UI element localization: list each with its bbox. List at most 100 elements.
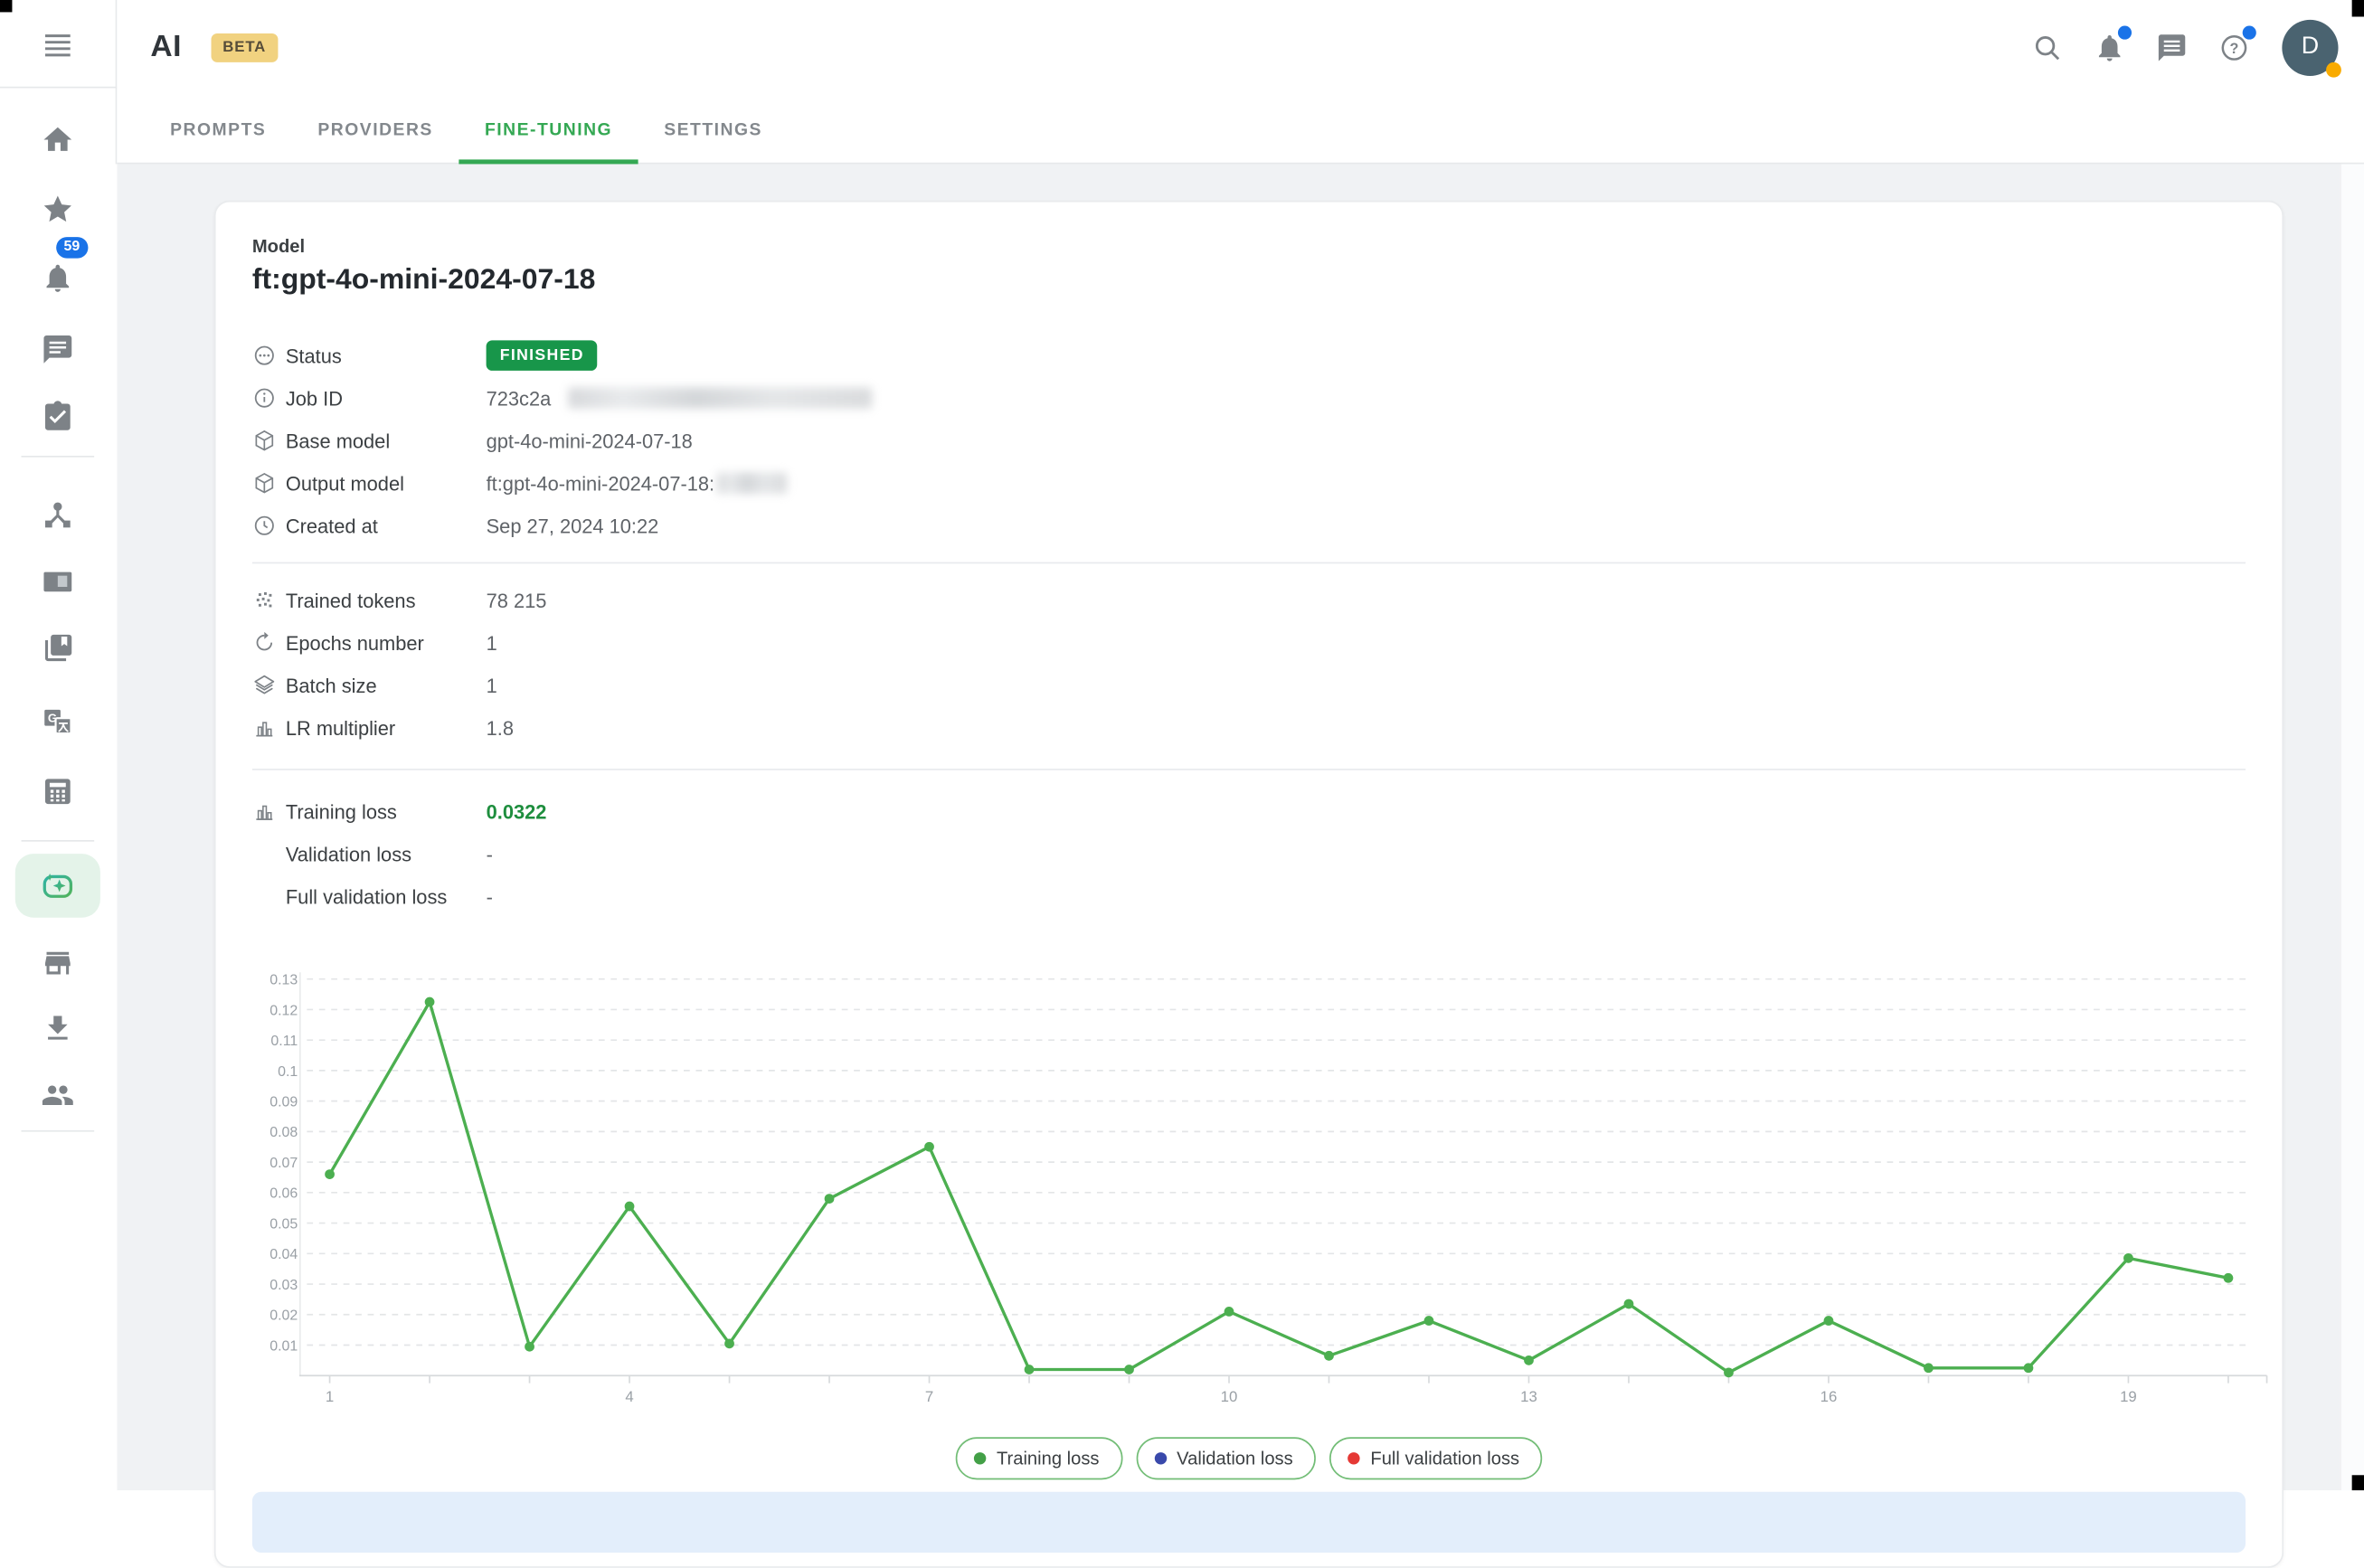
screen-artifact <box>2352 1475 2364 1490</box>
featured-card-icon <box>41 565 74 599</box>
beta-badge: BETA <box>211 33 279 61</box>
legend-dot-training <box>974 1452 986 1464</box>
storefront-icon <box>41 947 74 980</box>
sidebar-top-divider <box>0 87 117 89</box>
sidebar-item-favorites[interactable] <box>27 179 88 240</box>
people-icon <box>41 1079 74 1112</box>
sidebar-item-collections[interactable] <box>27 617 88 677</box>
search-button[interactable] <box>2027 27 2066 67</box>
avatar-status-dot <box>2326 61 2341 77</box>
svg-text:7: 7 <box>925 1388 933 1405</box>
svg-text:0.03: 0.03 <box>269 1278 298 1293</box>
help-dot <box>2243 26 2256 40</box>
legend-validation-loss[interactable]: Validation loss <box>1136 1437 1316 1479</box>
sidebar-item-downloads[interactable] <box>27 998 88 1059</box>
nav-tabs: PROMPTS PROVIDERS FINE-TUNING SETTINGS <box>145 94 789 164</box>
clock-icon <box>252 514 286 538</box>
legend-dot-full-validation <box>1347 1452 1359 1464</box>
tab-providers[interactable]: PROVIDERS <box>292 94 459 164</box>
translate-icon: G <box>41 705 74 739</box>
job-id-value: 723c2a <box>487 387 552 410</box>
status-badge: FINISHED <box>487 340 598 371</box>
status-row: Status FINISHED <box>252 335 2246 377</box>
svg-text:0.11: 0.11 <box>270 1034 298 1049</box>
section-divider <box>252 562 2246 564</box>
menu-button[interactable] <box>27 15 88 76</box>
chart-legend: Training loss Validation loss Full valid… <box>252 1437 2246 1479</box>
device-hub-icon <box>41 498 74 532</box>
tab-settings[interactable]: SETTINGS <box>638 94 789 164</box>
bell-icon <box>41 261 74 295</box>
sidebar-item-home[interactable] <box>27 109 88 170</box>
sidebar-item-panel[interactable] <box>27 552 88 612</box>
notification-dot <box>2118 26 2132 40</box>
status-label: Status <box>286 345 487 367</box>
legend-dot-validation <box>1154 1452 1166 1464</box>
tab-prompts[interactable]: PROMPTS <box>145 94 292 164</box>
svg-text:0.1: 0.1 <box>278 1064 298 1080</box>
svg-text:G: G <box>48 712 57 725</box>
feedback-button[interactable] <box>2151 27 2191 67</box>
help-button[interactable]: ? <box>2214 27 2254 67</box>
svg-text:13: 13 <box>1520 1388 1537 1405</box>
status-icon <box>252 344 286 368</box>
full-validation-loss-label: Full validation loss <box>286 885 487 908</box>
epochs-label: Epochs number <box>286 631 487 654</box>
vertical-scrollbar[interactable] <box>2340 0 2364 1490</box>
bar-chart-icon <box>252 799 286 824</box>
lr-multiplier-label: LR multiplier <box>286 716 487 739</box>
training-loss-label: Training loss <box>286 800 487 823</box>
svg-text:0.08: 0.08 <box>269 1125 298 1140</box>
star-icon <box>41 193 74 226</box>
svg-text:16: 16 <box>1820 1388 1838 1405</box>
training-loss-row: Training loss 0.0322 <box>252 790 2246 833</box>
output-model-row: Output model ft:gpt-4o-mini-2024-07-18: <box>252 462 2246 505</box>
batch-size-row: Batch size 1 <box>252 664 2246 706</box>
legend-full-validation-loss[interactable]: Full validation loss <box>1329 1437 1542 1479</box>
cube-icon <box>252 471 286 496</box>
legend-training-loss[interactable]: Training loss <box>956 1437 1122 1479</box>
lr-multiplier-value: 1.8 <box>487 716 514 739</box>
svg-text:?: ? <box>2229 40 2238 56</box>
validation-loss-label: Validation loss <box>286 843 487 865</box>
sidebar-item-notifications[interactable]: 59 <box>27 248 88 308</box>
svg-text:10: 10 <box>1221 1388 1238 1405</box>
job-id-label: Job ID <box>286 387 487 410</box>
screen-artifact <box>2352 0 2364 16</box>
svg-text:0.13: 0.13 <box>269 973 298 988</box>
home-icon <box>41 123 74 156</box>
ai-sparkle-icon <box>38 866 78 906</box>
output-model-label: Output model <box>286 472 487 495</box>
sidebar-item-team[interactable] <box>27 1065 88 1126</box>
notifications-count-badge: 59 <box>56 237 88 259</box>
epochs-row: Epochs number 1 <box>252 621 2246 664</box>
sidebar-item-workflow[interactable] <box>27 485 88 545</box>
sidebar-item-comments[interactable] <box>27 319 88 380</box>
tab-fine-tuning[interactable]: FINE-TUNING <box>459 94 638 164</box>
avatar-initial: D <box>2302 33 2319 61</box>
notifications-button[interactable] <box>2089 27 2129 67</box>
svg-text:0.02: 0.02 <box>269 1308 298 1324</box>
screen-artifact <box>0 0 12 12</box>
app-window: 59 G <box>0 0 2364 1490</box>
loss-chart-svg: 0.010.020.030.040.050.060.070.080.090.10… <box>252 965 2273 1409</box>
batch-size-label: Batch size <box>286 674 487 696</box>
collections-icon <box>41 630 74 664</box>
bar-chart-icon <box>252 715 286 740</box>
sidebar-item-ai-finetune-active[interactable] <box>15 854 100 918</box>
batch-size-value: 1 <box>487 674 497 696</box>
avatar[interactable]: D <box>2282 19 2338 75</box>
sidebar-item-store[interactable] <box>27 933 88 994</box>
sidebar-group-divider <box>22 1130 95 1132</box>
output-model-value: ft:gpt-4o-mini-2024-07-18: <box>487 472 715 495</box>
full-validation-loss-row: Full validation loss - <box>252 875 2246 918</box>
svg-text:0.06: 0.06 <box>269 1186 298 1202</box>
base-model-row: Base model gpt-4o-mini-2024-07-18 <box>252 420 2246 462</box>
lr-multiplier-row: LR multiplier 1.8 <box>252 706 2246 749</box>
app-logo: AI BETA <box>150 0 278 94</box>
trained-tokens-value: 78 215 <box>487 589 547 611</box>
sidebar-item-translate[interactable]: G <box>27 691 88 751</box>
sidebar-item-tasks[interactable] <box>27 386 88 447</box>
sidebar-item-calculator[interactable] <box>27 761 88 822</box>
cube-icon <box>252 429 286 453</box>
